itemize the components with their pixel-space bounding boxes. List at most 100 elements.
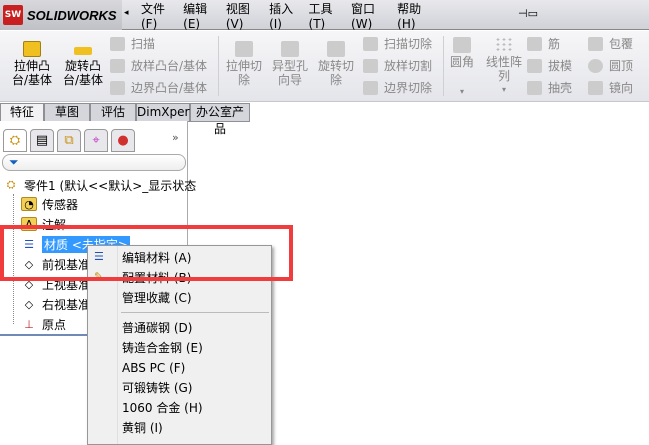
- tab-sketch[interactable]: 草图: [44, 103, 90, 122]
- wrap-button[interactable]: 包覆: [588, 35, 633, 52]
- label: 抽壳: [548, 81, 573, 95]
- collapse-arrow-icon[interactable]: ◂: [124, 8, 129, 18]
- label: 异型孔: [272, 59, 309, 73]
- label: 台/基体: [63, 73, 104, 87]
- property-manager-tab-icon[interactable]: ▤: [30, 129, 54, 152]
- revolve-boss-icon: [74, 47, 93, 55]
- menu-edit[interactable]: 编辑(E): [183, 0, 216, 31]
- label: 拔模: [548, 59, 573, 73]
- dimxpert-manager-tab-icon[interactable]: ⌖: [84, 129, 108, 152]
- label: 圆角: [450, 55, 475, 69]
- sensor-folder-icon: ◔: [21, 197, 37, 211]
- filter-icon: ⏷: [9, 155, 19, 169]
- menu-separator: [121, 312, 269, 313]
- menu-item-brass[interactable]: 黄铜 (I): [122, 418, 163, 438]
- menu-item-1060-alloy[interactable]: 1060 合金 (H): [122, 398, 203, 418]
- linear-pattern-button[interactable]: 线性阵 列 ▾: [486, 37, 522, 97]
- menu-insert[interactable]: 插入(I): [269, 0, 298, 31]
- menu-help[interactable]: 帮助(H): [397, 0, 431, 31]
- more-tabs-icon[interactable]: »: [172, 131, 179, 144]
- revolve-cut-button[interactable]: 旋转切 除: [318, 41, 354, 87]
- label: 除: [238, 73, 251, 87]
- tab-office-products[interactable]: 办公室产品: [190, 103, 250, 136]
- label: 旋转切: [318, 59, 355, 73]
- label: 台/基体: [12, 73, 53, 87]
- extrude-cut-icon: [235, 41, 253, 57]
- command-manager: 拉伸凸 台/基体 旋转凸 台/基体 扫描 放样凸台/基体 边界凸台/基体 拉伸切…: [0, 31, 649, 101]
- origin-icon: ⊥: [24, 317, 34, 331]
- shell-icon: [527, 80, 542, 95]
- menu-bar: SW SOLIDWORKS ◂ 文件(F) 编辑(E) 视图(V) 插入(I) …: [0, 0, 649, 31]
- menu-item-plain-carbon-steel[interactable]: 普通碳钢 (D): [122, 318, 192, 338]
- hole-wizard-icon: [281, 41, 299, 57]
- menu-item-cast-alloy-steel[interactable]: 铸造合金钢 (E): [122, 338, 203, 358]
- tab-evaluate[interactable]: 评估: [90, 103, 136, 122]
- menu-window[interactable]: 窗口(W): [351, 0, 387, 31]
- menu-item-abs-pc[interactable]: ABS PC (F): [122, 358, 185, 378]
- swept-cut-button[interactable]: 扫描切除: [363, 35, 432, 52]
- pin-icon[interactable]: ⊣▭: [518, 7, 538, 20]
- tree-filter-input[interactable]: ⏷: [2, 154, 186, 171]
- divider: [443, 36, 444, 96]
- plane-icon: ◇: [24, 297, 34, 311]
- label: 除: [330, 73, 343, 87]
- mirror-button[interactable]: 镜向: [588, 79, 633, 96]
- sweep-button[interactable]: 扫描: [110, 35, 155, 52]
- tree-item-sensors[interactable]: ◔ 传感器: [21, 195, 78, 213]
- part-icon: ⛭: [6, 178, 16, 191]
- label: 圆顶: [609, 59, 634, 73]
- hole-wizard-button[interactable]: 异型孔 向导: [272, 41, 308, 87]
- boundary-boss-button[interactable]: 边界凸台/基体: [110, 79, 207, 96]
- loft-icon: [110, 58, 125, 73]
- display-manager-tab-icon[interactable]: ●: [111, 129, 135, 152]
- sweep-icon: [110, 36, 125, 51]
- configuration-manager-tab-icon[interactable]: ⧉: [57, 129, 81, 152]
- label: 线性阵: [486, 55, 523, 69]
- menu-item-manage-favorites[interactable]: 管理收藏 (C): [122, 288, 192, 308]
- label: 传感器: [42, 197, 79, 212]
- boundary-cut-icon: [363, 80, 378, 95]
- annotation-highlight-box: [0, 225, 293, 281]
- shell-button[interactable]: 抽壳: [527, 79, 572, 96]
- swept-cut-icon: [363, 36, 378, 51]
- solidworks-logo[interactable]: SW SOLIDWORKS: [0, 0, 122, 30]
- label: 拉伸切: [226, 59, 263, 73]
- draft-button[interactable]: 拔模: [527, 57, 572, 74]
- tree-root-part[interactable]: ⛭ 零件1 (默认<<默认>_显示状态: [3, 176, 197, 194]
- rib-button[interactable]: 筋: [527, 35, 560, 52]
- menu-view[interactable]: 视图(V): [226, 0, 259, 31]
- label: 放样切割: [384, 59, 433, 73]
- boundary-cut-button[interactable]: 边界切除: [363, 79, 432, 96]
- label: 扫描切除: [384, 37, 433, 51]
- extrude-boss-button[interactable]: 拉伸凸 台/基体: [12, 41, 52, 87]
- label: 筋: [548, 37, 561, 51]
- label: 旋转凸: [65, 59, 102, 73]
- dome-button[interactable]: 圆顶: [588, 57, 633, 74]
- menu-tools[interactable]: 工具(T): [309, 0, 342, 31]
- tree-item-origin[interactable]: ⊥ 原点: [21, 315, 66, 333]
- lofted-cut-button[interactable]: 放样切割: [363, 57, 432, 74]
- extrude-boss-icon: [23, 41, 42, 57]
- fillet-icon: [453, 37, 471, 53]
- dropdown-arrow-icon[interactable]: ▾: [450, 85, 474, 99]
- sw-logo-icon: SW: [3, 5, 23, 25]
- feature-manager-tab-icon[interactable]: ⛭: [3, 129, 27, 152]
- tab-dimxpert[interactable]: DimXpert: [136, 103, 194, 122]
- dropdown-arrow-icon[interactable]: ▾: [486, 83, 522, 97]
- fillet-button[interactable]: 圆角 ▾: [450, 37, 474, 99]
- draft-icon: [527, 58, 542, 73]
- menu-file[interactable]: 文件(F): [141, 0, 173, 31]
- rib-icon: [527, 36, 542, 51]
- label: 列: [498, 69, 511, 83]
- revolve-boss-button[interactable]: 旋转凸 台/基体: [63, 41, 103, 87]
- label: 放样凸台/基体: [131, 59, 208, 73]
- dome-icon: [588, 58, 603, 73]
- loft-button[interactable]: 放样凸台/基体: [110, 57, 207, 74]
- boundary-icon: [110, 80, 125, 95]
- label: 边界凸台/基体: [131, 81, 208, 95]
- extrude-cut-button[interactable]: 拉伸切 除: [226, 41, 262, 87]
- divider: [218, 36, 219, 96]
- menu-item-malleable-iron[interactable]: 可锻铸铁 (G): [122, 378, 192, 398]
- linear-pattern-icon: [495, 37, 513, 53]
- label: 镜向: [609, 81, 634, 95]
